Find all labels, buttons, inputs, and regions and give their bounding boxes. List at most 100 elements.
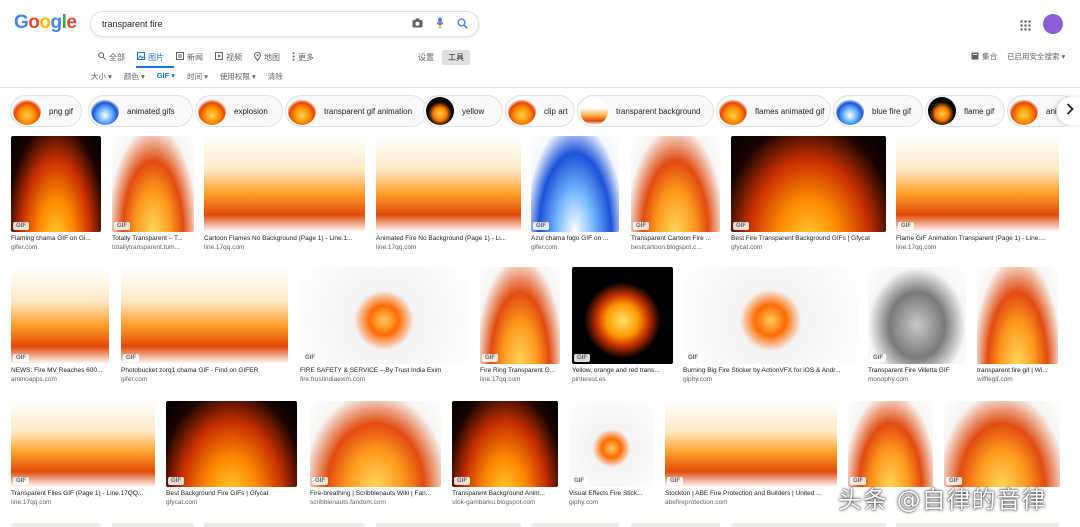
result-caption[interactable]: Burning Big Fire Sticker by ActionVFX fo… (683, 367, 858, 374)
image-result[interactable]: GIF Transparent Cartoon Fire ... bestcarto… (631, 136, 720, 251)
search-input[interactable] (102, 16, 392, 32)
tab-5[interactable]: 更多 (292, 50, 314, 64)
result-thumbnail[interactable]: GIF (665, 401, 837, 487)
related-search-chip[interactable]: flames animated gif (716, 95, 831, 127)
image-result[interactable]: GIF Transparent Fire Villetta GIF monophy.… (868, 267, 966, 383)
result-caption[interactable]: Azul chama fogo GIF on ... (531, 235, 619, 242)
image-result[interactable]: GIF Transparent Flies GIF (Page 1) - Line… (11, 401, 155, 506)
result-caption[interactable]: Totally Transparent – T... (112, 235, 194, 242)
related-search-chip[interactable]: explosion (195, 95, 283, 127)
image-result[interactable]: GIF Stockton | ABE Fire Protection and Bu… (665, 401, 837, 506)
image-result[interactable]: GIF Fire-breathing | Scribblenauts Wiki |… (310, 401, 441, 506)
image-result[interactable]: GIF (944, 401, 1060, 492)
result-thumbnail-partial[interactable] (11, 523, 101, 527)
result-caption[interactable]: Flame GIF Animation Transparent (Page 1)… (896, 235, 1059, 242)
result-thumbnail[interactable]: GIF (683, 267, 858, 364)
result-caption[interactable]: Photobucket zorq1 chama GIF - Find on GI… (121, 367, 288, 374)
result-thumbnail-partial[interactable] (112, 523, 194, 527)
result-caption[interactable]: Best Background Fire GIFs | Gfycat (166, 490, 297, 497)
image-result[interactable]: GIF Burning Big Fire Sticker by ActionVFX… (683, 267, 858, 383)
tab-1[interactable]: 图片 (137, 50, 164, 64)
result-thumbnail[interactable] (376, 136, 521, 232)
tools-button[interactable]: 工具 (442, 50, 470, 65)
result-caption[interactable]: Fire-breathing | Scribblenauts Wiki | Fa… (310, 490, 441, 497)
image-result[interactable]: GIF Best Background Fire GIFs | Gfycat gfy… (166, 401, 297, 506)
camera-icon[interactable] (412, 18, 423, 28)
related-search-chip[interactable]: png gif (10, 95, 82, 127)
result-thumbnail[interactable]: GIF (631, 136, 720, 232)
related-search-chip[interactable]: transparent background (577, 95, 714, 127)
result-thumbnail[interactable]: GIF (452, 401, 558, 487)
image-result[interactable]: GIF Best Fire Transparent Background GIFs… (731, 136, 886, 251)
result-caption[interactable]: Best Fire Transparent Background GIFs | … (731, 235, 886, 242)
image-result[interactable]: GIF Fire Ring Transparent G... line.17qq.c… (480, 267, 560, 383)
result-thumbnail[interactable]: GIF (848, 401, 933, 487)
filter-0[interactable]: 大小 ▾ (91, 71, 112, 82)
account-avatar[interactable] (1043, 14, 1063, 34)
related-search-chip[interactable]: yellow (423, 95, 503, 127)
result-caption[interactable]: Visual Effects Fire Stick... (569, 490, 654, 497)
result-thumbnail-partial[interactable] (896, 523, 1059, 527)
image-result[interactable]: GIF NEWS: Fire MV Reaches 600... aminoapps… (11, 267, 109, 383)
image-result[interactable]: GIF (848, 401, 933, 492)
result-caption[interactable]: Transparent Background Anim... (452, 490, 558, 497)
filter-1[interactable]: 颜色 ▾ (124, 71, 145, 82)
result-caption[interactable]: Transparent Cartoon Fire ... (631, 235, 720, 242)
result-thumbnail[interactable]: GIF (11, 136, 101, 232)
collections-link[interactable]: 集合 (971, 51, 997, 62)
result-thumbnail[interactable]: GIF (896, 136, 1059, 232)
microphone-icon[interactable] (436, 17, 444, 29)
result-caption[interactable]: Flaming chama GIF on Gi... (11, 235, 101, 242)
search-icon[interactable] (457, 17, 468, 29)
result-caption[interactable]: Stockton | ABE Fire Protection and Build… (665, 490, 837, 497)
image-result[interactable]: GIF Azul chama fogo GIF on ... gifer.com (531, 136, 619, 251)
tab-4[interactable]: 地图 (253, 50, 280, 64)
image-result[interactable]: Animated Fire No Background (Page 1) - L… (376, 136, 521, 251)
result-thumbnail[interactable]: GIF (572, 267, 673, 364)
image-result[interactable]: GIF Flame GIF Animation Transparent (Page… (896, 136, 1059, 251)
result-thumbnail[interactable]: GIF (300, 267, 468, 364)
image-result[interactable]: GIF Visual Effects Fire Stick... giphy.com (569, 401, 654, 506)
related-search-chip[interactable]: transparent gif animation (285, 95, 427, 127)
related-search-chip[interactable]: animated gifs (88, 95, 193, 127)
search-box[interactable] (90, 11, 479, 37)
settings-link[interactable]: 设置 (418, 52, 434, 63)
result-caption[interactable]: Yellow, orange and red trans... (572, 367, 673, 374)
result-caption[interactable]: Transparent Flies GIF (Page 1) - Line.17… (11, 490, 155, 497)
result-thumbnail-partial[interactable] (531, 523, 619, 527)
google-logo[interactable]: Google (14, 12, 77, 34)
result-thumbnail-partial[interactable] (204, 523, 365, 527)
result-caption[interactable]: Transparent Fire Villetta GIF (868, 367, 966, 374)
result-thumbnail-partial[interactable] (631, 523, 720, 527)
result-thumbnail[interactable]: GIF (944, 401, 1060, 487)
filter-5[interactable]: 清除 (268, 71, 283, 82)
related-search-chip[interactable]: blue fire gif (833, 95, 923, 127)
apps-grid-icon[interactable] (1020, 18, 1031, 36)
tab-0[interactable]: 全部 (98, 50, 125, 64)
filter-2[interactable]: GIF ▾ (157, 71, 175, 82)
result-thumbnail[interactable] (204, 136, 365, 232)
result-caption[interactable]: Animated Fire No Background (Page 1) - L… (376, 235, 521, 242)
result-thumbnail[interactable]: GIF (166, 401, 297, 487)
result-thumbnail[interactable]: GIF (868, 267, 966, 364)
image-result[interactable]: GIF Flaming chama GIF on Gi... gifer.com (11, 136, 101, 251)
image-result[interactable]: Cartoon Flames No Background (Page 1) - … (204, 136, 365, 251)
result-caption[interactable]: transparent fire gif | Wi... (977, 367, 1058, 374)
result-thumbnail[interactable]: GIF (112, 136, 194, 232)
result-caption[interactable]: FIRE SAFETY & SERVICE – By Trust India E… (300, 367, 468, 374)
result-thumbnail[interactable]: GIF (11, 267, 109, 364)
result-thumbnail[interactable]: GIF (11, 401, 155, 487)
image-result[interactable]: GIF FIRE SAFETY & SERVICE – By Trust Indi… (300, 267, 468, 383)
filter-4[interactable]: 使用权限 ▾ (220, 71, 256, 82)
safesearch-toggle[interactable]: 已启用安全搜索 ▾ (1007, 51, 1065, 62)
filter-3[interactable]: 时间 ▾ (187, 71, 208, 82)
result-thumbnail[interactable]: GIF (531, 136, 619, 232)
image-result[interactable]: transparent fire gif | Wi... wifflegif.co… (977, 267, 1058, 383)
result-caption[interactable]: Fire Ring Transparent G... (480, 367, 560, 374)
result-thumbnail[interactable]: GIF (731, 136, 886, 232)
result-thumbnail[interactable] (977, 267, 1058, 364)
result-thumbnail[interactable]: GIF (121, 267, 288, 364)
related-search-chip[interactable]: clip art (505, 95, 575, 127)
result-thumbnail-partial[interactable] (731, 523, 886, 527)
image-result[interactable]: GIF Transparent Background Anim... stok-ga… (452, 401, 558, 506)
